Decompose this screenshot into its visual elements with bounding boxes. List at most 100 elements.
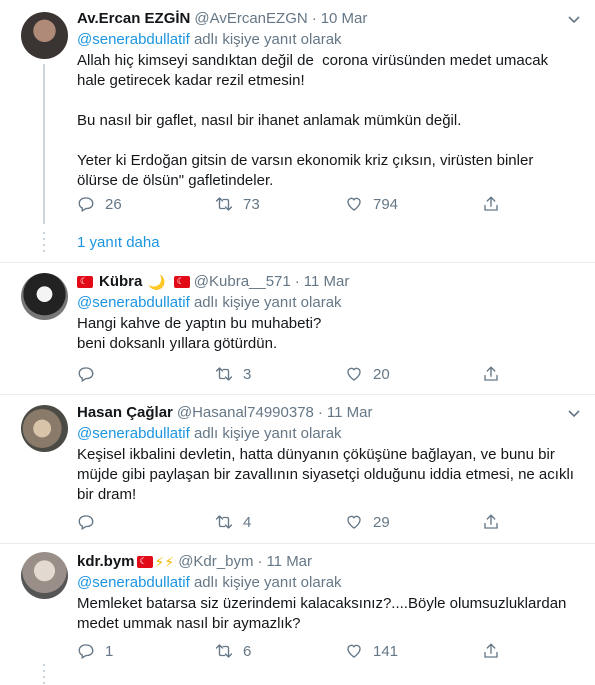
like-button[interactable]: 29 <box>345 512 390 532</box>
crescent-moon-icon: 🌙 <box>148 274 166 290</box>
share-button[interactable] <box>482 194 510 214</box>
reply-button[interactable]: 1 <box>77 641 113 661</box>
reply-icon <box>78 515 94 530</box>
tweet-paragraph: Bu nasıl bir gaflet, nasıl bir ihanet an… <box>77 112 462 129</box>
chevron-down-icon[interactable] <box>567 12 581 26</box>
heart-icon <box>347 197 361 211</box>
tweet-actions: 3 20 <box>77 364 507 384</box>
reply-button[interactable]: 26 <box>77 194 122 214</box>
thread-dots <box>43 664 45 684</box>
more-replies-link[interactable]: 1 yanıt daha <box>77 233 160 253</box>
heart-icon <box>347 644 361 658</box>
reply-context: @senerabdullatif adlı kişiye yanıt olara… <box>77 424 575 444</box>
turkey-flag-icon <box>136 555 153 568</box>
author-name[interactable]: kdr.bym <box>77 552 135 572</box>
author-handle[interactable]: @Kdr_bym <box>178 552 253 572</box>
tweet-date[interactable]: 10 Mar <box>321 9 368 29</box>
retweet-count: 73 <box>243 195 260 213</box>
tweet-paragraph: Yeter ki Erdoğan gitsin de varsın ekonom… <box>77 152 534 189</box>
share-icon <box>484 366 498 381</box>
tweet-paragraph: Hangi kahve de yaptın bu muhabeti? beni … <box>77 315 322 352</box>
avatar[interactable] <box>21 552 68 599</box>
author-name[interactable]: Av.Ercan EZGİN <box>77 9 190 29</box>
tweet[interactable]: Hasan Çağlar @Hasanal74990378 · 11 Mar @… <box>0 395 595 544</box>
separator-dot: · <box>311 10 317 27</box>
reply-icon <box>78 644 94 659</box>
reply-button[interactable] <box>77 512 105 532</box>
tweet-actions: 4 29 <box>77 512 507 532</box>
reply-suffix: adlı kişiye yanıt olarak <box>193 574 342 591</box>
tweet[interactable]: Kübra 🌙 @Kubra__571 · 11 Mar @senerabdul… <box>0 263 595 395</box>
retweet-icon <box>215 515 233 529</box>
avatar[interactable] <box>21 405 68 452</box>
author-handle[interactable]: @Hasanal74990378 <box>177 403 314 423</box>
like-count: 141 <box>373 642 399 660</box>
heart-icon <box>347 515 361 529</box>
tweet-text: Memleket batarsa siz üzerindemi kalacaks… <box>77 594 575 634</box>
reply-button[interactable] <box>77 364 105 384</box>
reply-icon <box>78 367 94 382</box>
avatar[interactable] <box>21 273 68 320</box>
like-button[interactable]: 794 <box>345 194 398 214</box>
like-count: 20 <box>373 365 390 383</box>
chevron-down-icon[interactable] <box>567 406 581 420</box>
reply-context: @senerabdullatif adlı kişiye yanıt olara… <box>77 573 575 593</box>
retweet-icon <box>215 644 233 658</box>
reply-mention[interactable]: @senerabdullatif <box>77 425 190 442</box>
retweet-button[interactable]: 73 <box>215 194 260 214</box>
share-button[interactable] <box>482 512 510 532</box>
reply-feed: Av.Ercan EZGİN @AvErcanEZGN · 10 Mar @se… <box>0 0 595 685</box>
reply-icon <box>78 197 94 212</box>
share-button[interactable] <box>482 641 510 661</box>
tweet-paragraph: Allah hiç kimseyi sandıktan değil de cor… <box>77 52 549 89</box>
reply-context: @senerabdullatif adlı kişiye yanıt olara… <box>77 293 575 313</box>
author-handle[interactable]: @AvErcanEZGN <box>194 9 307 29</box>
reply-mention[interactable]: @senerabdullatif <box>77 31 190 48</box>
retweet-button[interactable]: 4 <box>215 512 251 532</box>
share-button[interactable] <box>482 364 510 384</box>
avatar[interactable] <box>21 12 68 59</box>
like-button[interactable]: 20 <box>345 364 390 384</box>
reply-suffix: adlı kişiye yanıt olarak <box>193 294 342 311</box>
author-name[interactable]: Hasan Çağlar <box>77 403 173 423</box>
retweet-button[interactable]: 3 <box>215 364 251 384</box>
retweet-icon <box>215 197 233 211</box>
tweet[interactable]: kdr.bym ⚡⚡ @Kdr_bym · 11 Mar @senerabdul… <box>0 544 595 685</box>
tweet-date[interactable]: 11 Mar <box>327 403 373 423</box>
tweet[interactable]: Av.Ercan EZGİN @AvErcanEZGN · 10 Mar @se… <box>0 0 595 263</box>
turkey-flag-icon <box>77 275 93 288</box>
share-icon <box>484 514 498 529</box>
tweet-actions: 1 6 141 <box>77 641 507 661</box>
retweet-count: 6 <box>243 642 252 660</box>
separator-dot: · <box>257 553 263 570</box>
separator-dot: · <box>294 273 300 290</box>
reply-context: @senerabdullatif adlı kişiye yanıt olara… <box>77 30 575 50</box>
reply-mention[interactable]: @senerabdullatif <box>77 574 190 591</box>
reply-mention[interactable]: @senerabdullatif <box>77 294 190 311</box>
author-name[interactable]: Kübra <box>99 272 142 292</box>
like-button[interactable]: 141 <box>345 641 398 661</box>
lightning-icon: ⚡⚡ <box>154 554 175 570</box>
tweet-paragraph: Keşisel ikbalini devletin, hatta dünyanı… <box>77 446 574 503</box>
reply-suffix: adlı kişiye yanıt olarak <box>193 425 342 442</box>
tweet-text: Hangi kahve de yaptın bu muhabeti? beni … <box>77 314 575 354</box>
tweet-paragraph: Memleket batarsa siz üzerindemi kalacaks… <box>77 595 567 632</box>
like-count: 794 <box>373 195 399 213</box>
like-count: 29 <box>373 513 390 531</box>
tweet-text: Allah hiç kimseyi sandıktan değil de cor… <box>77 51 575 191</box>
turkey-flag-icon <box>173 275 190 288</box>
retweet-button[interactable]: 6 <box>215 641 251 661</box>
thread-line <box>43 64 45 224</box>
thread-dots <box>43 232 45 252</box>
retweet-icon <box>215 367 233 381</box>
separator-dot: · <box>317 404 323 421</box>
reply-count: 26 <box>105 195 122 213</box>
tweet-actions: 26 73 794 <box>77 194 507 214</box>
tweet-date[interactable]: 11 Mar <box>266 552 312 572</box>
heart-icon <box>347 367 361 381</box>
tweet-text: Keşisel ikbalini devletin, hatta dünyanı… <box>77 445 575 505</box>
tweet-date[interactable]: 11 Mar <box>304 272 350 292</box>
reply-suffix: adlı kişiye yanıt olarak <box>193 31 342 48</box>
author-handle[interactable]: @Kubra__571 <box>194 272 291 292</box>
share-icon <box>484 643 498 658</box>
